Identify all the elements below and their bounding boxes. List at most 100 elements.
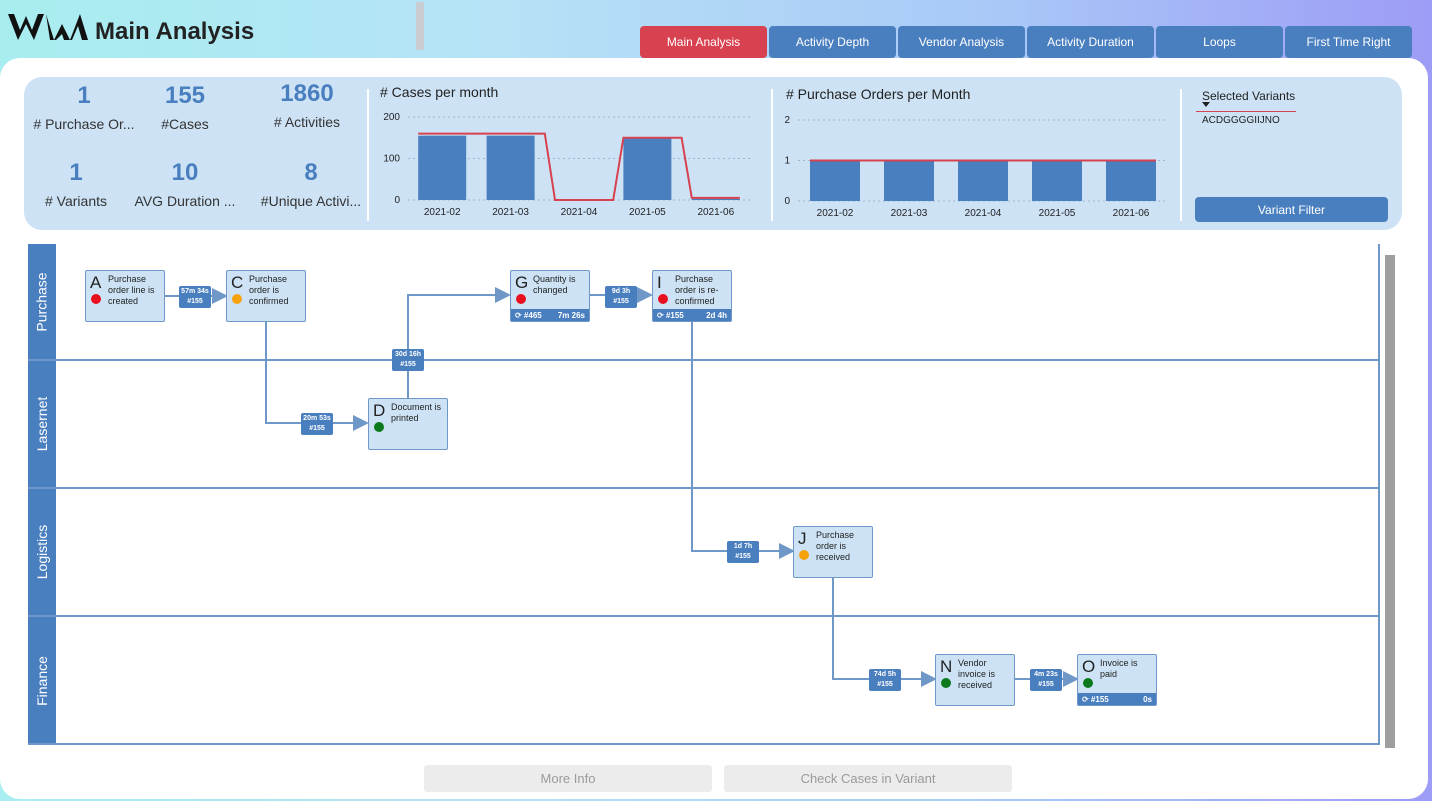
edge-label-d-g[interactable]: 30d 16h #155 bbox=[392, 349, 424, 371]
edge-label-a-c[interactable]: 57m 34s #155 bbox=[179, 286, 211, 308]
node-letter: A bbox=[90, 273, 102, 292]
y-tick-label: 0 bbox=[784, 196, 790, 207]
node-text: Purchase order is received bbox=[816, 530, 855, 562]
bar[interactable] bbox=[884, 160, 934, 202]
edge-label-i-j[interactable]: 1d 7h #155 bbox=[727, 541, 759, 563]
trend-step-line bbox=[418, 132, 740, 201]
activity-node-a[interactable]: A Purchase order line is created bbox=[85, 270, 165, 322]
more-info-button[interactable]: More Info bbox=[424, 765, 712, 792]
edge-i-j bbox=[691, 322, 795, 559]
edge-c-d bbox=[265, 322, 369, 431]
node-letter: C bbox=[231, 273, 244, 292]
x-tick-label: 2021-04 bbox=[965, 208, 1002, 219]
node-letter: I bbox=[657, 273, 662, 292]
kpi-value: 1860 bbox=[280, 80, 334, 107]
activity-node-d[interactable]: D Document is printed bbox=[368, 398, 448, 450]
bar[interactable] bbox=[418, 135, 467, 200]
wave-logo-icon bbox=[8, 14, 88, 40]
purchase-orders-per-month-chart: 2 1 0 2021-02 2021-03 2021-04 2021-05 2021-06 bbox=[784, 115, 1168, 219]
variant-filter-button[interactable]: Variant Filter bbox=[1195, 197, 1388, 222]
y-tick-label: 1 bbox=[784, 156, 790, 167]
x-tick-label: 2021-06 bbox=[1113, 208, 1150, 219]
x-tick-label: 2021-03 bbox=[492, 207, 529, 218]
node-duration: 0s bbox=[1143, 694, 1152, 704]
edge-j-n bbox=[832, 577, 937, 687]
x-tick-label: 2021-02 bbox=[424, 207, 461, 218]
tab-loops[interactable]: Loops bbox=[1156, 26, 1283, 58]
x-tick-label: 2021-04 bbox=[561, 207, 598, 218]
kpi-label: #Cases bbox=[161, 116, 209, 132]
node-letter: N bbox=[940, 657, 953, 676]
loop-count: ⟳ #465 bbox=[515, 310, 542, 320]
kpi-label: # Activities bbox=[273, 114, 341, 130]
node-text: Invoice is paid bbox=[1100, 658, 1138, 679]
activity-node-j[interactable]: J Purchase order is received bbox=[793, 526, 873, 578]
bar[interactable] bbox=[1032, 160, 1082, 202]
selected-variant-value[interactable]: ACDGGGGIIJNO bbox=[1202, 115, 1280, 126]
divider bbox=[1180, 89, 1182, 221]
node-text: Vendor invoice is received bbox=[958, 658, 996, 690]
header-divider bbox=[416, 2, 424, 50]
selected-variants-label: Selected Variants bbox=[1202, 89, 1296, 103]
divider bbox=[771, 89, 773, 221]
cases-per-month-chart: 200 100 0 2021-02 2021-03 2021-04 2021-05 2021-… bbox=[383, 112, 750, 218]
nav-tabs: Main Analysis Activity Depth Vendor Anal… bbox=[640, 26, 1412, 58]
bar[interactable] bbox=[486, 135, 535, 200]
edge-count: #155 bbox=[1038, 681, 1054, 688]
vertical-scrollbar[interactable] bbox=[1385, 255, 1395, 748]
status-dot-icon bbox=[941, 678, 951, 688]
bar[interactable] bbox=[810, 160, 860, 202]
node-text: Purchase order line is created bbox=[108, 274, 155, 306]
activity-node-g[interactable]: G Quantity is changed ⟳ #465 7m 26s bbox=[510, 270, 590, 322]
edge-label-n-o[interactable]: 4m 23s #155 bbox=[1030, 669, 1062, 691]
edge-duration: 20m 53s bbox=[303, 415, 331, 422]
kpi-label: AVG Duration ... bbox=[134, 193, 236, 209]
kpi-activities: 1860 # Activities bbox=[247, 80, 367, 130]
page-title: Main Analysis bbox=[95, 18, 255, 45]
activity-node-i[interactable]: I Purchase order is re-confirmed ⟳ #155 … bbox=[652, 270, 732, 322]
edge-count: #155 bbox=[613, 298, 629, 305]
node-letter: G bbox=[515, 273, 529, 292]
bar[interactable] bbox=[1106, 160, 1156, 202]
kpi-value: 155 bbox=[164, 82, 206, 109]
node-duration: 2d 4h bbox=[706, 310, 727, 320]
status-dot-icon bbox=[516, 294, 526, 304]
activity-node-n[interactable]: N Vendor invoice is received bbox=[935, 654, 1015, 706]
x-tick-label: 2021-06 bbox=[697, 207, 734, 218]
x-tick-label: 2021-02 bbox=[817, 208, 854, 219]
loop-count: ⟳ #155 bbox=[1082, 694, 1109, 704]
node-text: Document is printed bbox=[391, 402, 442, 423]
check-cases-button[interactable]: Check Cases in Variant bbox=[724, 765, 1012, 792]
node-text: Purchase order is confirmed bbox=[249, 274, 289, 306]
tab-first-time-right[interactable]: First Time Right bbox=[1285, 26, 1412, 58]
kpi-value: 10 bbox=[171, 159, 199, 186]
tab-activity-depth[interactable]: Activity Depth bbox=[769, 26, 896, 58]
x-tick-label: 2021-05 bbox=[629, 207, 666, 218]
status-dot-icon bbox=[1083, 678, 1093, 688]
dropdown-caret-icon[interactable] bbox=[1202, 102, 1210, 107]
tab-main-analysis[interactable]: Main Analysis bbox=[640, 26, 767, 58]
y-tick-label: 0 bbox=[394, 195, 400, 206]
status-dot-icon bbox=[374, 422, 384, 432]
y-tick-label: 2 bbox=[784, 115, 790, 126]
node-letter: O bbox=[1082, 657, 1096, 676]
kpi-avg-duration: 10 AVG Duration ... bbox=[125, 159, 245, 209]
tab-vendor-analysis[interactable]: Vendor Analysis bbox=[898, 26, 1025, 58]
edge-label-j-n[interactable]: 74d 5h #155 bbox=[869, 669, 901, 691]
x-tick-label: 2021-05 bbox=[1039, 208, 1076, 219]
activity-node-c[interactable]: C Purchase order is confirmed bbox=[226, 270, 306, 322]
edge-count: #155 bbox=[400, 361, 416, 368]
kpi-variants: 1 # Variants bbox=[16, 159, 136, 209]
edge-label-c-d[interactable]: 20m 53s #155 bbox=[301, 413, 333, 435]
kpi-unique-activities: 8 #Unique Activi... bbox=[251, 159, 371, 209]
tab-activity-duration[interactable]: Activity Duration bbox=[1027, 26, 1154, 58]
bar[interactable] bbox=[623, 137, 672, 200]
divider bbox=[367, 89, 369, 221]
kpi-label: # Variants bbox=[45, 193, 107, 209]
activity-node-o[interactable]: O Invoice is paid ⟳ #155 0s bbox=[1077, 654, 1157, 706]
bar[interactable] bbox=[958, 160, 1008, 202]
edge-label-g-i[interactable]: 9d 3h #155 bbox=[605, 286, 637, 308]
bar[interactable] bbox=[691, 198, 740, 200]
edge-duration: 57m 34s bbox=[181, 288, 209, 295]
kpi-label: #Unique Activi... bbox=[260, 193, 362, 209]
